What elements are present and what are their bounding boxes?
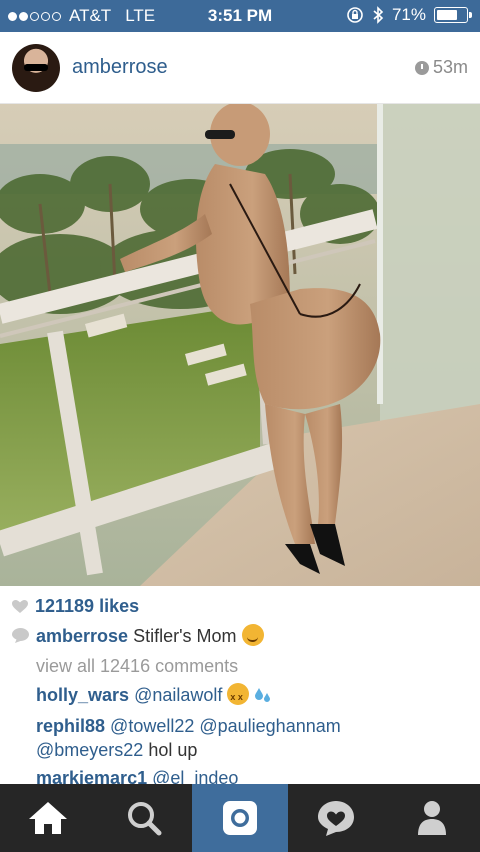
avatar[interactable] — [12, 44, 60, 92]
comment-mention[interactable]: @bmeyers22 — [36, 740, 143, 760]
camera-icon — [223, 801, 257, 835]
profile-icon — [418, 801, 446, 835]
comment-username[interactable]: rephil88 — [36, 716, 105, 736]
smirking-face-icon — [241, 624, 264, 646]
tab-profile[interactable] — [384, 784, 480, 852]
likes-row[interactable]: 121189 likes — [12, 596, 139, 617]
post-username[interactable]: amberrose — [72, 56, 168, 79]
heart-bubble-icon — [318, 801, 354, 836]
comment-item-continued: @bmeyers22 hol up — [36, 738, 197, 762]
heart-icon — [12, 599, 28, 613]
post-header: amberrose 53m — [0, 32, 480, 104]
photo-image — [0, 104, 480, 586]
rotation-lock-icon — [347, 7, 363, 23]
caption-text: amberrose Stifler's Mom — [36, 624, 264, 647]
comment-text: hol up — [143, 740, 198, 760]
instagram-feed-screen: AT&T LTE 3:51 PM 71% amberrose 53m 12118… — [0, 0, 480, 852]
tab-camera[interactable] — [192, 784, 288, 852]
post-photo[interactable] — [0, 104, 480, 586]
bottom-tab-bar — [0, 784, 480, 852]
comment-mention[interactable]: @nailawolf — [134, 685, 222, 705]
likes-count[interactable]: 121189 likes — [35, 596, 139, 617]
tab-activity[interactable] — [288, 784, 384, 852]
comment-username[interactable]: holly_wars — [36, 685, 129, 705]
view-all-comments-link[interactable]: view all 12416 comments — [36, 656, 238, 677]
battery-percent: 71% — [391, 5, 426, 24]
clock-icon — [414, 60, 429, 75]
caption-row: amberrose Stifler's Mom — [12, 624, 264, 647]
comment-bubble-icon — [12, 628, 29, 643]
tab-search[interactable] — [96, 784, 192, 852]
home-icon — [29, 802, 67, 834]
sweat-droplets-icon — [255, 688, 271, 702]
caption-username[interactable]: amberrose — [36, 626, 128, 646]
dizzy-face-icon — [227, 683, 250, 709]
bluetooth-icon — [373, 6, 384, 24]
search-icon — [128, 802, 162, 836]
post-timestamp: 53m — [414, 57, 468, 78]
caption-body: Stifler's Mom — [133, 626, 237, 646]
post-time-ago: 53m — [432, 57, 468, 77]
status-bar: AT&T LTE 3:51 PM 71% — [0, 0, 480, 32]
comment-item: holly_wars @nailawolf — [36, 683, 272, 709]
tab-home[interactable] — [0, 784, 96, 852]
battery-icon — [434, 7, 472, 23]
comment-mention[interactable]: @towell22 @paulieghannam — [110, 716, 341, 736]
comment-item: rephil88 @towell22 @paulieghannam — [36, 714, 341, 738]
